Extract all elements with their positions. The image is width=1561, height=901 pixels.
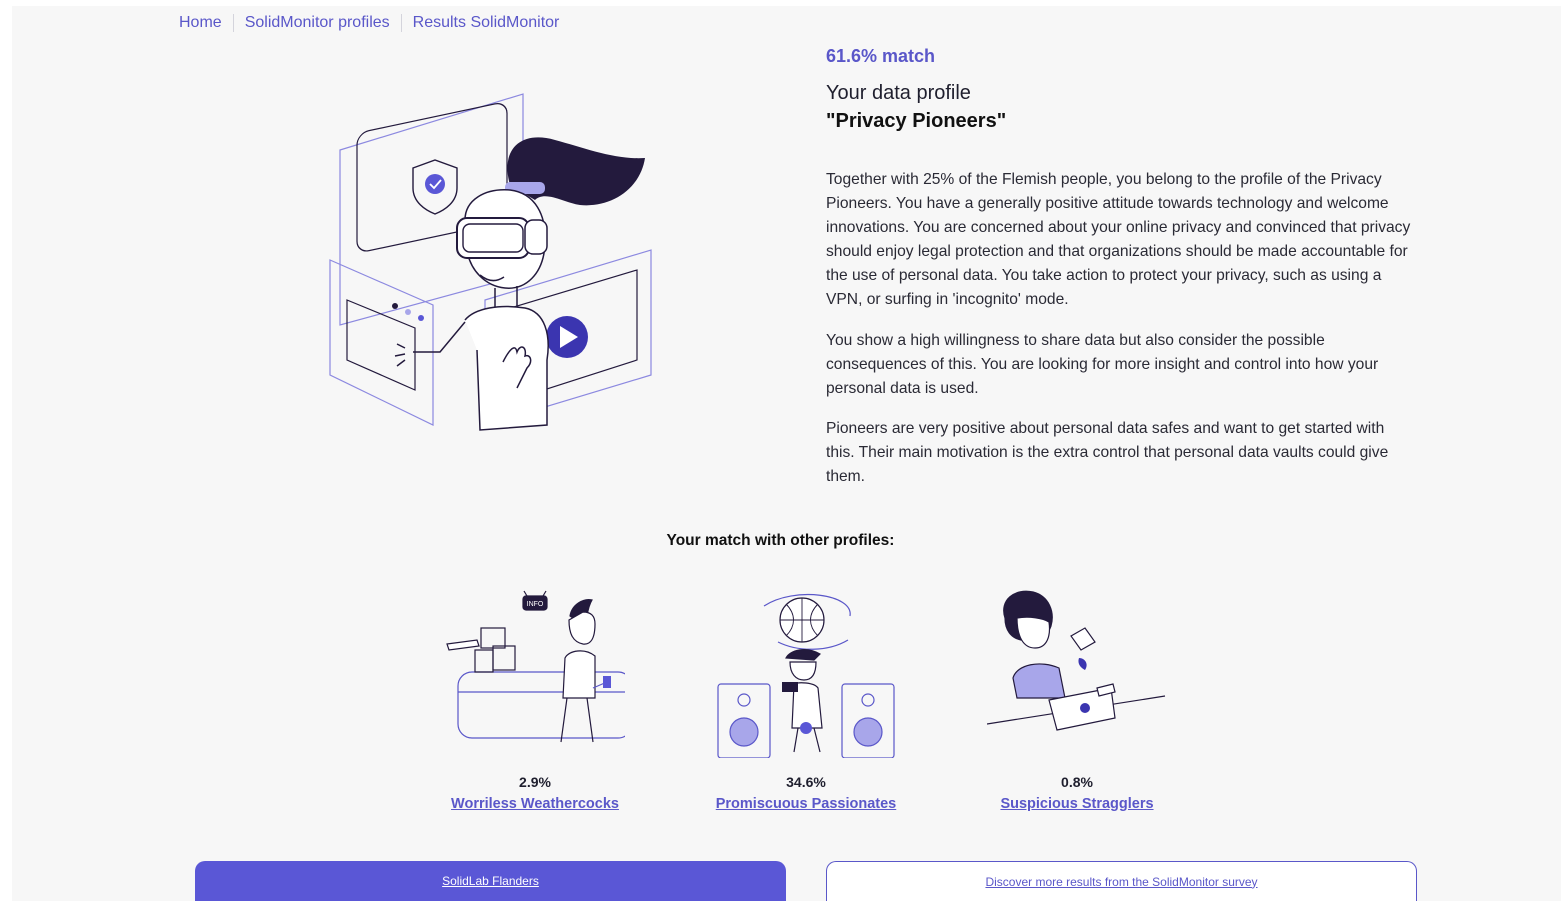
profile-link-suspicious-stragglers[interactable]: Suspicious Stragglers [1000, 796, 1153, 812]
profile-description-paragraph: Pioneers are very positive about persona… [826, 420, 1389, 485]
breadcrumb-separator [232, 14, 234, 32]
profile-match-percentage: 0.8% [1061, 774, 1093, 790]
profile-card-suspicious-stragglers: 0.8% Suspicious Stragglers [977, 588, 1177, 813]
match-percentage: 61.6% match [826, 46, 936, 66]
breadcrumb-results[interactable]: Results SolidMonitor [413, 14, 560, 32]
privacy-pioneer-illustration [329, 93, 652, 431]
breadcrumb-separator [400, 14, 402, 32]
profile-description-paragraph: Together with 25% of the Flemish people,… [826, 171, 1411, 308]
other-profiles-heading: Your match with other profiles: [666, 532, 895, 549]
breadcrumb: Home SolidMonitor profiles Results Solid… [179, 13, 559, 33]
info-badge: INFO [527, 601, 544, 608]
profile-match-percentage: 34.6% [786, 774, 826, 790]
promiscuous-passionate-illustration [717, 594, 895, 758]
breadcrumb-home[interactable]: Home [179, 14, 222, 32]
profile-description-paragraph: You show a high willingness to share dat… [826, 332, 1379, 397]
profile-label: Your data profile [826, 82, 971, 104]
profile-link-promiscuous-passionates[interactable]: Promiscuous Passionates [716, 796, 897, 812]
breadcrumb-profiles[interactable]: SolidMonitor profiles [245, 14, 390, 32]
profile-match-percentage: 2.9% [519, 774, 551, 790]
profile-name: "Privacy Pioneers" [826, 110, 1007, 132]
profile-link-worriless-weathercocks[interactable]: Worriless Weathercocks [451, 796, 619, 812]
suspicious-straggler-illustration [987, 590, 1166, 731]
solidlab-flanders-button[interactable]: SolidLab Flanders [195, 861, 786, 901]
discover-more-results-button[interactable]: Discover more results from the SolidMoni… [826, 861, 1417, 901]
worriless-weathercock-illustration: INFO [446, 590, 625, 743]
profile-card-promiscuous-passionates: 34.6% Promiscuous Passionates [706, 588, 906, 813]
profile-card-worriless-weathercocks: INFO 2.9% Worriless Weathercocks [435, 588, 635, 813]
